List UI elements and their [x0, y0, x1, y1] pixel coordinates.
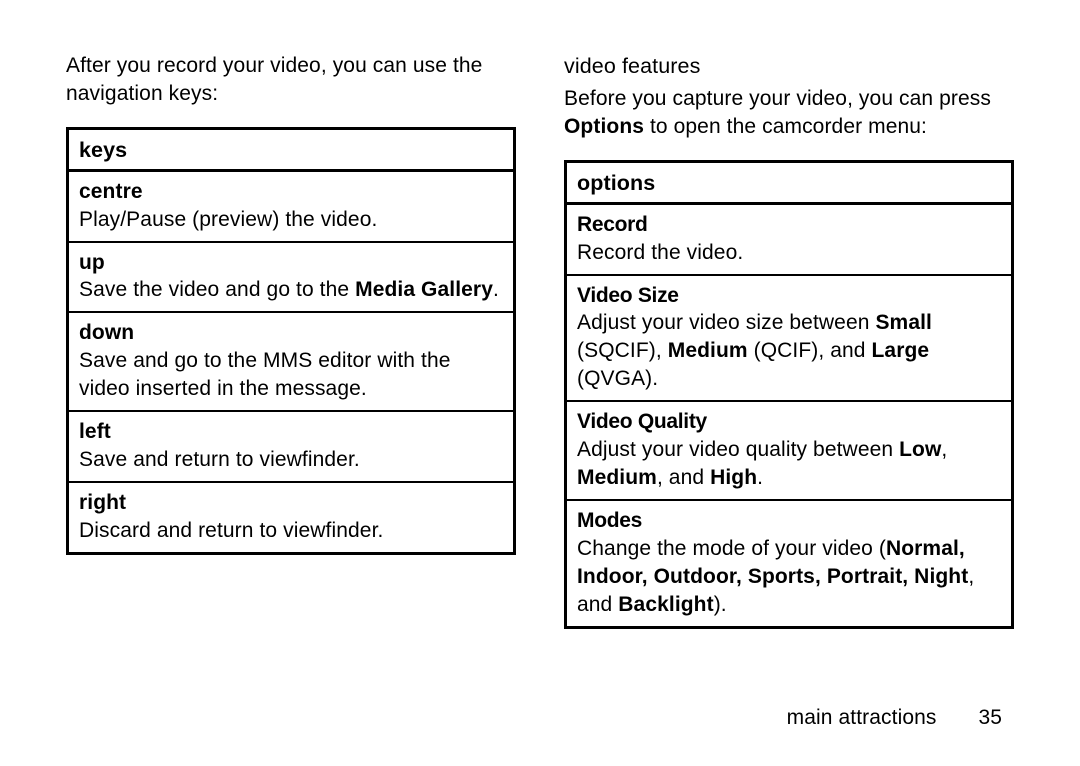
- text: ).: [714, 593, 727, 616]
- key-up-desc: Save the video and go to the Media Galle…: [79, 276, 503, 304]
- right-intro: Before you capture your video, you can p…: [564, 85, 1014, 142]
- option-record-desc: Record the video.: [577, 239, 1001, 267]
- text: (QCIF), and: [748, 339, 872, 362]
- table-row: centre Play/Pause (preview) the video.: [68, 170, 515, 241]
- options-word: Options: [564, 115, 644, 138]
- media-gallery-label: Media Gallery: [355, 278, 493, 301]
- option-record: Record: [577, 211, 1001, 239]
- option-modes-desc: Change the mode of your video (Normal, I…: [577, 535, 1001, 619]
- key-right: right: [79, 489, 503, 517]
- option-video-size: Video Size: [577, 282, 1001, 310]
- size-medium: Medium: [668, 339, 748, 362]
- key-down-desc: Save and go to the MMS editor with the v…: [79, 347, 503, 403]
- text: .: [757, 466, 763, 489]
- text: Adjust your video quality between: [577, 438, 899, 461]
- key-left-desc: Save and return to viewfinder.: [79, 446, 503, 474]
- keys-table: keys centre Play/Pause (preview) the vid…: [66, 127, 516, 555]
- table-row: Video Size Adjust your video size betwee…: [566, 275, 1013, 402]
- table-row: Record Record the video.: [566, 203, 1013, 274]
- left-intro: After you record your video, you can use…: [66, 52, 516, 109]
- right-column: video features Before you capture your v…: [564, 52, 1014, 629]
- key-up-desc-post: .: [493, 278, 499, 301]
- text: ,: [941, 438, 947, 461]
- key-left: left: [79, 418, 503, 446]
- size-large: Large: [872, 339, 930, 362]
- keys-header: keys: [68, 128, 515, 170]
- options-header: options: [566, 161, 1013, 203]
- quality-high: High: [710, 466, 757, 489]
- text: (SQCIF),: [577, 339, 668, 362]
- table-row: left Save and return to viewfinder.: [68, 411, 515, 482]
- table-row: up Save the video and go to the Media Ga…: [68, 242, 515, 313]
- table-row: right Discard and return to viewfinder.: [68, 482, 515, 553]
- mode-backlight: Backlight: [618, 593, 713, 616]
- option-modes: Modes: [577, 507, 1001, 535]
- right-intro-pre: Before you capture your video, you can p…: [564, 87, 991, 110]
- option-video-quality: Video Quality: [577, 408, 1001, 436]
- left-column: After you record your video, you can use…: [66, 52, 516, 629]
- option-video-quality-desc: Adjust your video quality between Low, M…: [577, 436, 1001, 492]
- quality-low: Low: [899, 438, 941, 461]
- key-down: down: [79, 319, 503, 347]
- page-footer: main attractions 35: [787, 706, 1002, 730]
- table-row: Video Quality Adjust your video quality …: [566, 401, 1013, 500]
- table-row: Modes Change the mode of your video (Nor…: [566, 500, 1013, 627]
- text: (QVGA).: [577, 367, 658, 390]
- section-title: video features: [564, 52, 1014, 81]
- options-table: options Record Record the video. Video S…: [564, 160, 1014, 629]
- text: Change the mode of your video (: [577, 537, 886, 560]
- page-number: 35: [978, 706, 1002, 729]
- right-intro-post: to open the camcorder menu:: [644, 115, 927, 138]
- quality-medium: Medium: [577, 466, 657, 489]
- key-up-desc-pre: Save the video and go to the: [79, 278, 355, 301]
- key-up: up: [79, 249, 503, 277]
- key-centre: centre: [79, 178, 503, 206]
- key-centre-desc: Play/Pause (preview) the video.: [79, 206, 503, 234]
- size-small: Small: [875, 311, 932, 334]
- text: Adjust your video size between: [577, 311, 875, 334]
- key-right-desc: Discard and return to viewfinder.: [79, 517, 503, 545]
- option-video-size-desc: Adjust your video size between Small (SQ…: [577, 309, 1001, 393]
- chapter-name: main attractions: [787, 706, 937, 729]
- table-row: down Save and go to the MMS editor with …: [68, 312, 515, 411]
- text: , and: [657, 466, 710, 489]
